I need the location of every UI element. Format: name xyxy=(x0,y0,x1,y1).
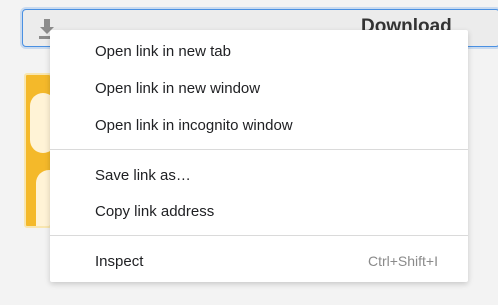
menu-item-inspect[interactable]: Inspect Ctrl+Shift+I xyxy=(50,244,468,280)
menu-item-label: Open link in incognito window xyxy=(95,117,293,134)
menu-item-label: Open link in new tab xyxy=(95,43,231,60)
menu-item-label: Copy link address xyxy=(95,203,215,220)
menu-item-label: Save link as… xyxy=(95,167,191,184)
menu-item-label: Inspect xyxy=(95,253,144,270)
menu-separator xyxy=(50,149,468,150)
menu-separator xyxy=(50,235,468,236)
context-menu: Open link in new tab Open link in new wi… xyxy=(50,30,468,282)
menu-item-open-new-window[interactable]: Open link in new window xyxy=(50,71,468,107)
menu-item-open-new-tab[interactable]: Open link in new tab xyxy=(50,34,468,70)
menu-item-copy-link-address[interactable]: Copy link address xyxy=(50,194,468,230)
menu-item-shortcut: Ctrl+Shift+I xyxy=(367,253,438,269)
image-thumbnail xyxy=(24,73,52,228)
menu-item-open-incognito[interactable]: Open link in incognito window xyxy=(50,108,468,144)
menu-item-label: Open link in new window xyxy=(95,80,261,97)
menu-item-save-link-as[interactable]: Save link as… xyxy=(50,158,468,194)
